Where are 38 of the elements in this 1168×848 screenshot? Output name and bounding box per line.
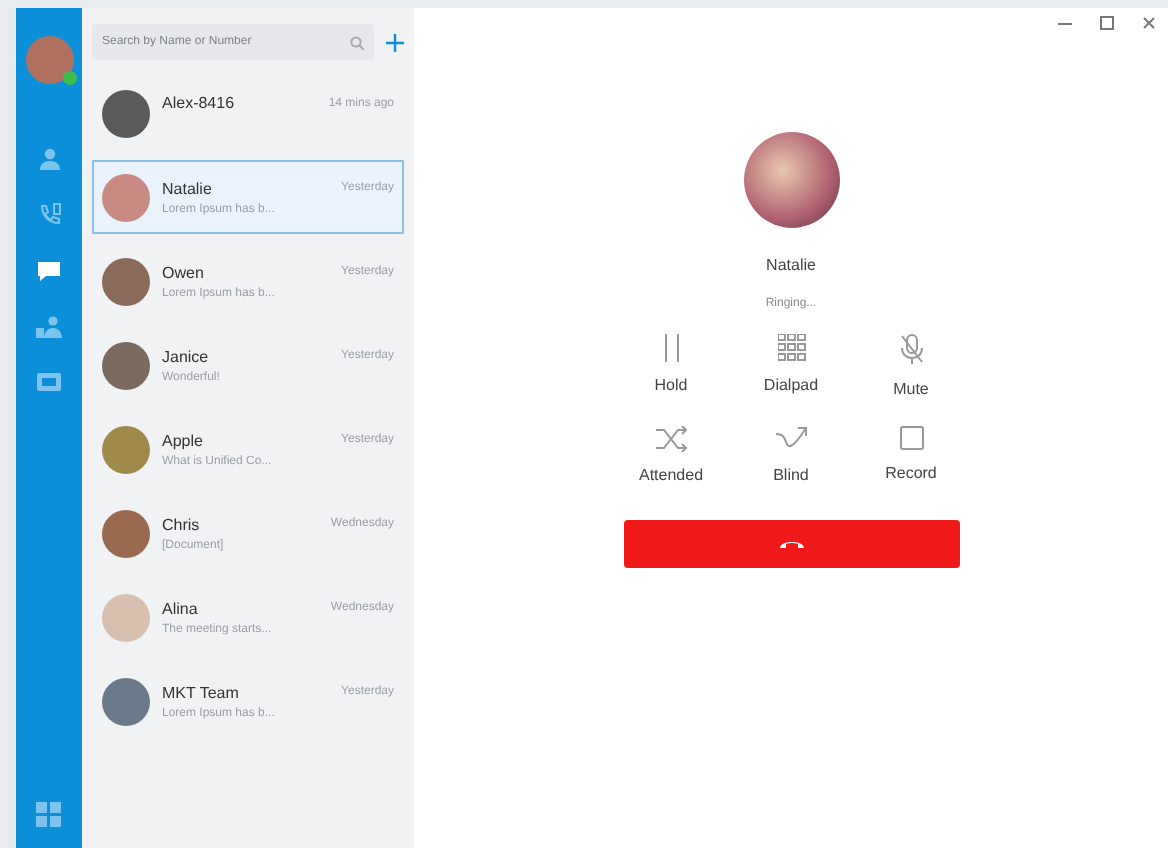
curved-arrow-icon <box>775 426 807 452</box>
contact-name: Owen <box>162 263 204 281</box>
phone-book-icon <box>37 202 61 226</box>
plus-icon[interactable] <box>386 33 404 51</box>
call-action-button[interactable]: Blind <box>731 426 851 484</box>
user-avatar[interactable] <box>25 36 73 84</box>
search-icon <box>350 35 364 49</box>
hang-up-button[interactable] <box>623 520 959 568</box>
chat-icon <box>36 259 62 281</box>
square-icon <box>899 426 923 450</box>
apps-grid-icon[interactable] <box>36 802 62 828</box>
contact-name: Alina <box>162 599 198 617</box>
card-icon <box>36 372 62 392</box>
hang-up-phone-icon <box>777 538 805 550</box>
contact-name: Alex-8416 <box>162 94 235 112</box>
call-action-button[interactable]: Record <box>851 426 971 484</box>
muted-microphone-icon <box>899 334 923 366</box>
pause-icon <box>659 334 683 362</box>
online-status-icon <box>61 70 77 86</box>
contact-name: Natalie <box>162 179 212 197</box>
maximize-icon[interactable] <box>1100 16 1114 30</box>
shuffle-icon <box>655 426 687 452</box>
call-action-button[interactable]: Attended <box>611 426 731 484</box>
group-icon <box>36 314 62 338</box>
call-action-button[interactable]: Dialpad <box>731 334 851 398</box>
contact-name: Janice <box>162 347 209 365</box>
caller-avatar <box>743 132 839 228</box>
nav-button[interactable] <box>31 312 67 340</box>
contact-name: Chris <box>162 515 200 533</box>
call-action-button[interactable]: Hold <box>611 334 731 398</box>
contact-name: Apple <box>162 431 203 449</box>
dialpad-icon <box>777 334 805 362</box>
call-action-button[interactable]: Mute <box>851 334 971 398</box>
nav-button[interactable] <box>31 368 67 396</box>
caller-name: Natalie <box>766 256 816 274</box>
contact-name: MKT Team <box>162 683 239 701</box>
person-icon <box>37 146 61 170</box>
close-icon[interactable] <box>1142 16 1156 30</box>
